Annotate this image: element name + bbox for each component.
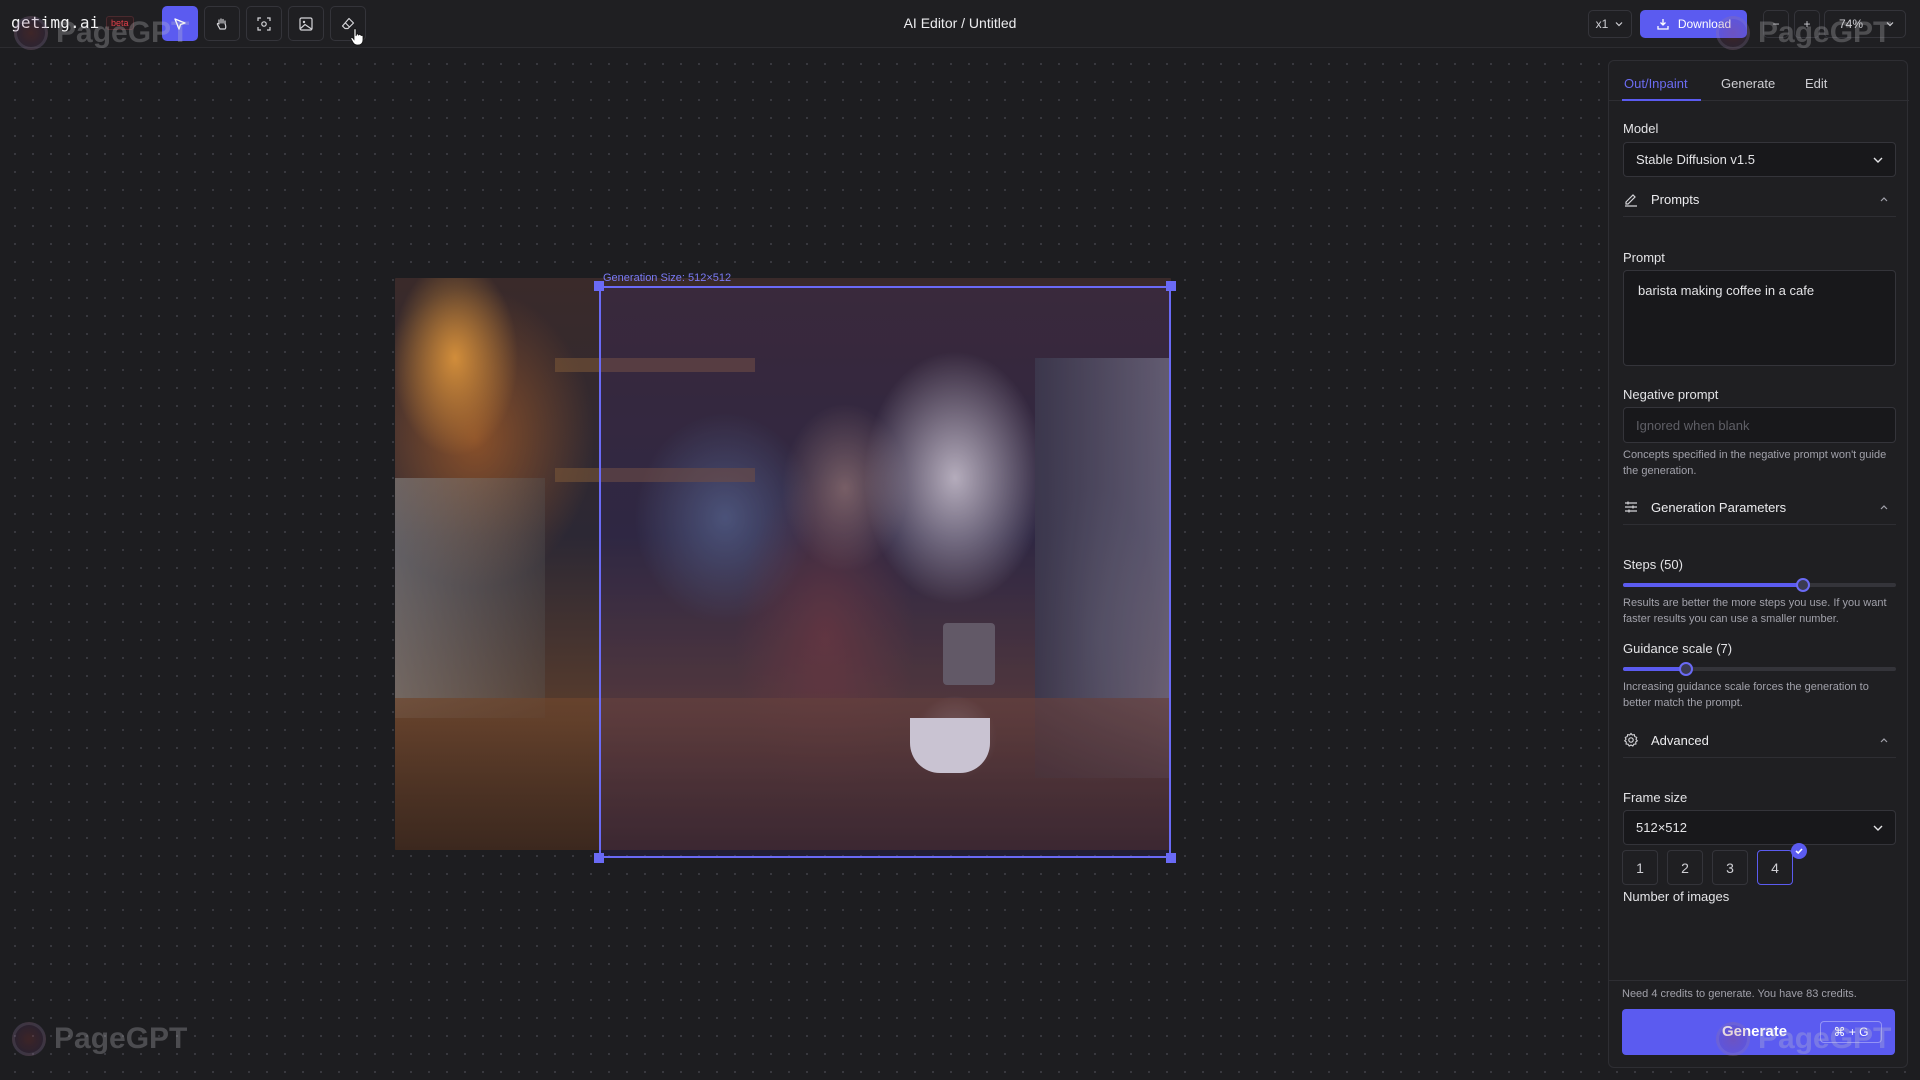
frame-size-label: Frame size	[1623, 790, 1688, 805]
negative-prompt-input[interactable]: Ignored when blank	[1623, 407, 1896, 443]
generation-parameters-title: Generation Parameters	[1651, 500, 1787, 515]
active-tab-indicator	[1622, 99, 1701, 101]
model-value: Stable Diffusion v1.5	[1636, 152, 1755, 167]
zoom-out-button[interactable]: −	[1763, 10, 1789, 38]
prompt-label: Prompt	[1623, 250, 1665, 265]
chevron-down-icon	[1615, 22, 1623, 27]
scale-value: x1	[1595, 17, 1609, 31]
resize-handle-bottom-right[interactable]	[1166, 853, 1176, 863]
panel-tabs: Out/Inpaint Generate Edit	[1609, 61, 1909, 101]
hand-tool-button[interactable]	[204, 6, 240, 41]
prompt-textarea[interactable]: barista making coffee in a cafe	[1623, 270, 1896, 366]
num-images-option-2[interactable]: 2	[1667, 850, 1703, 885]
focus-tool-button[interactable]	[246, 6, 282, 41]
frame-size-value: 512×512	[1636, 820, 1687, 835]
guidance-scale-label: Guidance scale (7)	[1623, 641, 1733, 656]
chevron-down-icon	[1873, 157, 1883, 163]
prompts-section-title: Prompts	[1651, 192, 1700, 207]
resize-handle-bottom-left[interactable]	[594, 853, 604, 863]
image-icon	[299, 16, 313, 31]
generation-size-label: Generation Size: 512×512	[603, 272, 732, 284]
guidance-slider-fill	[1623, 667, 1686, 671]
pencil-icon	[1625, 194, 1637, 207]
beta-badge: beta	[106, 16, 134, 30]
resize-handle-top-right[interactable]	[1166, 281, 1176, 291]
guidance-slider-thumb[interactable]	[1678, 662, 1693, 676]
steps-label: Steps (50)	[1623, 557, 1683, 572]
zoom-in-button[interactable]: +	[1794, 10, 1820, 38]
guidance-scale-slider[interactable]	[1623, 662, 1896, 676]
chevron-down-icon	[1873, 825, 1883, 831]
generate-label: Generate	[1722, 1023, 1788, 1040]
tab-out-inpaint[interactable]: Out/Inpaint	[1624, 76, 1688, 91]
num-images-option-1[interactable]: 1	[1622, 850, 1658, 885]
hand-icon	[216, 17, 227, 30]
gear-icon	[1623, 732, 1639, 747]
image-espresso-machine-left	[395, 478, 545, 718]
app-logo[interactable]: getimg.ai	[11, 13, 100, 32]
num-images-option-4[interactable]: 4	[1757, 850, 1793, 885]
tab-edit[interactable]: Edit	[1805, 76, 1827, 91]
chevron-up-icon	[1880, 197, 1888, 202]
generate-button[interactable]: Generate ⌘ + G	[1622, 1009, 1895, 1055]
number-of-images-label: Number of images	[1623, 889, 1730, 904]
chevron-down-icon	[1886, 22, 1894, 27]
model-select[interactable]: Stable Diffusion v1.5	[1623, 142, 1896, 177]
scan-focus-icon	[257, 16, 271, 31]
settings-panel: Out/Inpaint Generate Edit Model Stable D…	[1608, 60, 1909, 1068]
advanced-section-header[interactable]: Advanced	[1623, 728, 1896, 758]
advanced-section-title: Advanced	[1651, 733, 1709, 748]
chevron-up-icon	[1880, 738, 1888, 743]
zoom-level-value: 74%	[1839, 17, 1864, 31]
negative-prompt-help: Concepts specified in the negative promp…	[1623, 449, 1887, 477]
num-images-option-3[interactable]: 3	[1712, 850, 1748, 885]
zoom-level-select[interactable]: 74%	[1824, 10, 1906, 38]
steps-slider-thumb[interactable]	[1796, 578, 1811, 592]
mouse-pointer-hand-icon	[350, 28, 364, 46]
image-tool-button[interactable]	[288, 6, 324, 41]
generation-frame[interactable]	[599, 286, 1171, 858]
negative-prompt-placeholder: Ignored when blank	[1636, 418, 1750, 433]
select-tool-button[interactable]	[162, 6, 198, 41]
steps-slider-fill	[1623, 583, 1804, 587]
download-label: Download	[1677, 17, 1732, 31]
prompts-section-header[interactable]: Prompts	[1623, 187, 1896, 217]
sliders-icon	[1625, 501, 1637, 513]
cursor-arrow-icon	[174, 17, 186, 30]
resize-handle-top-left[interactable]	[594, 281, 604, 291]
steps-help: Results are better the more steps you us…	[1623, 597, 1887, 625]
selected-check-icon	[1791, 843, 1807, 859]
download-button[interactable]: Download	[1640, 10, 1747, 38]
tab-generate[interactable]: Generate	[1721, 76, 1775, 91]
top-bar: getimg.ai beta AI Editor / Untitled x1 D…	[0, 0, 1920, 48]
download-icon	[1657, 19, 1669, 30]
generation-parameters-section-header[interactable]: Generation Parameters	[1623, 495, 1896, 525]
scale-select[interactable]: x1	[1588, 10, 1632, 38]
model-label: Model	[1623, 121, 1659, 136]
negative-prompt-label: Negative prompt	[1623, 387, 1719, 402]
generate-shortcut: ⌘ + G	[1820, 1021, 1882, 1043]
prompt-value: barista making coffee in a cafe	[1638, 283, 1815, 298]
frame-size-select[interactable]: 512×512	[1623, 810, 1896, 845]
chevron-up-icon	[1880, 505, 1888, 510]
guidance-scale-help: Increasing guidance scale forces the gen…	[1623, 681, 1869, 709]
steps-slider[interactable]	[1623, 578, 1896, 592]
